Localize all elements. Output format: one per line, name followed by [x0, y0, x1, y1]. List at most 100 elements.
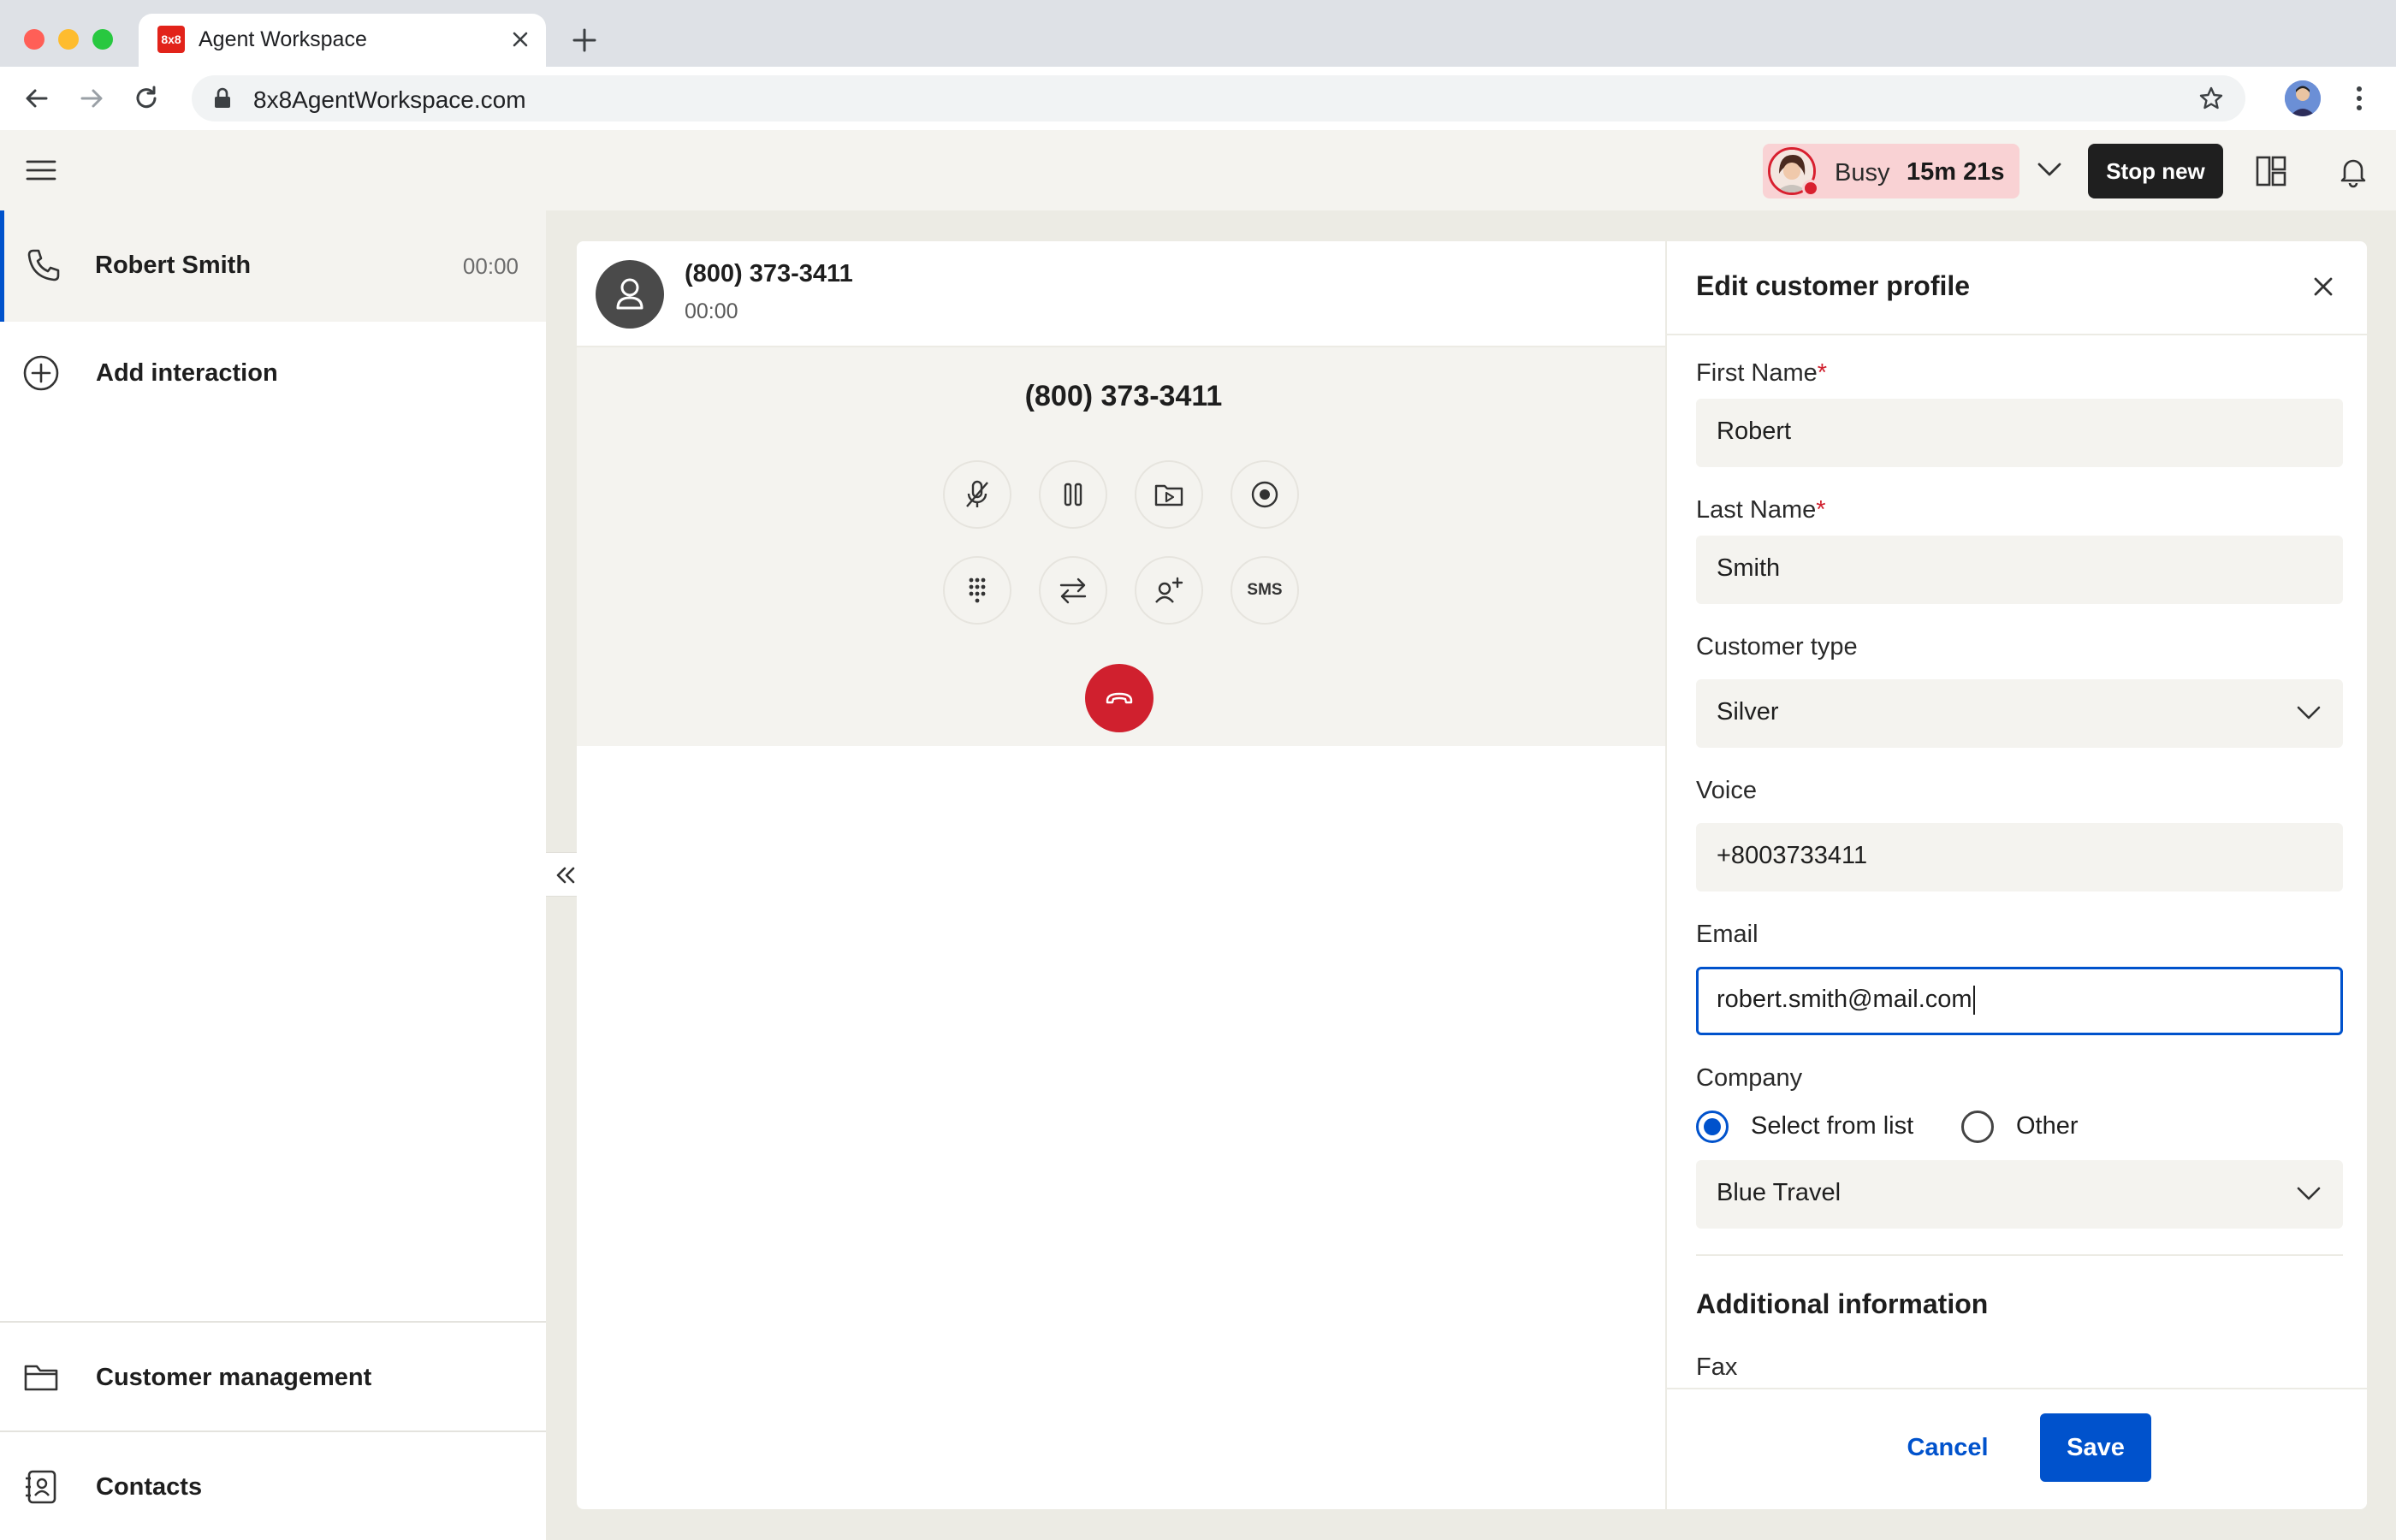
phone-icon — [27, 249, 60, 281]
chevron-down-icon — [2297, 1187, 2321, 1200]
interaction-time: 00:00 — [462, 253, 519, 279]
browser-tab[interactable]: 8x8 Agent Workspace — [139, 14, 546, 67]
section-divider — [1696, 1254, 2343, 1256]
call-elapsed-time: 00:00 — [685, 299, 738, 323]
record-icon — [1251, 481, 1278, 508]
panel-title: Edit customer profile — [1696, 270, 1971, 301]
select-from-list-radio[interactable] — [1696, 1111, 1729, 1143]
close-icon[interactable] — [2309, 272, 2338, 301]
interaction-name: Robert Smith — [95, 252, 252, 279]
dialed-number: (800) 373-3411 — [1024, 380, 1223, 412]
customer-type-select[interactable]: Silver — [1696, 679, 2343, 748]
status-label: Busy — [1835, 159, 1890, 187]
agent-status-pill[interactable]: Busy 15m 21s — [1763, 144, 2019, 198]
company-value: Blue Travel — [1717, 1179, 1841, 1206]
record-button[interactable] — [1231, 460, 1299, 529]
required-mark: * — [1816, 496, 1826, 524]
window-maximize-button[interactable] — [92, 29, 113, 50]
text-caret — [1972, 986, 1975, 1016]
browser-tab-bar: 8x8 Agent Workspace — [0, 0, 2396, 67]
interaction-item-robert-smith[interactable]: Robert Smith 00:00 — [0, 210, 546, 322]
voice-field[interactable]: +8003733411 — [1696, 823, 2343, 891]
browser-toolbar: 8x8AgentWorkspace.com — [0, 67, 2396, 130]
stop-new-button[interactable]: Stop new — [2088, 144, 2223, 198]
sidebar-item-customer-management[interactable]: Customer management — [0, 1323, 546, 1430]
window-close-button[interactable] — [24, 29, 44, 50]
add-participant-icon — [1155, 577, 1183, 603]
customer-type-value: Silver — [1717, 698, 1779, 726]
company-select[interactable]: Blue Travel — [1696, 1160, 2343, 1229]
customer-type-label: Customer type — [1696, 633, 1858, 660]
tab-title: Agent Workspace — [199, 27, 367, 51]
hold-button[interactable] — [1039, 460, 1107, 529]
url-text: 8x8AgentWorkspace.com — [253, 86, 526, 113]
call-controls-area: (800) 373-3411 SMS — [577, 347, 1670, 746]
voice-label: Voice — [1696, 777, 1757, 804]
window-minimize-button[interactable] — [58, 29, 79, 50]
edit-customer-profile-panel: Edit customer profile First Name* Robert… — [1665, 241, 2367, 1509]
mute-icon — [966, 480, 988, 507]
other-label[interactable]: Other — [2016, 1112, 2079, 1140]
sidebar-item-label: Customer management — [96, 1364, 372, 1391]
fax-label: Fax — [1696, 1353, 1738, 1381]
notification-bell-icon[interactable] — [2336, 154, 2370, 188]
lock-icon — [215, 87, 230, 108]
status-timer: 15m 21s — [1907, 158, 2005, 186]
add-interaction-button[interactable]: Add interaction — [0, 322, 546, 424]
sms-button[interactable]: SMS — [1231, 556, 1299, 625]
select-from-list-label[interactable]: Select from list — [1751, 1112, 1913, 1140]
last-name-label: Last Name* — [1696, 496, 1826, 524]
chevron-down-icon — [2297, 706, 2321, 720]
interactions-sidebar: Robert Smith 00:00 Add interaction Custo… — [0, 210, 546, 1540]
folder-icon — [24, 1365, 58, 1391]
last-name-field[interactable]: Smith — [1696, 536, 2343, 604]
hold-icon — [1064, 483, 1082, 506]
save-button[interactable]: Save — [2040, 1413, 2151, 1482]
first-name-label: First Name* — [1696, 359, 1828, 387]
back-arrow-icon[interactable] — [22, 84, 51, 113]
first-name-field[interactable]: Robert — [1696, 399, 2343, 467]
transfer-button[interactable] — [1039, 556, 1107, 625]
required-mark: * — [1817, 359, 1828, 387]
email-value: robert.smith@mail.com — [1717, 986, 1972, 1013]
sidebar-item-contacts[interactable]: Contacts — [0, 1432, 546, 1540]
contacts-book-icon — [26, 1470, 56, 1504]
call-header: (800) 373-3411 00:00 — [577, 241, 1670, 347]
cancel-button[interactable]: Cancel — [1891, 1413, 2004, 1482]
sidebar-item-label: Contacts — [96, 1473, 203, 1501]
email-field[interactable]: robert.smith@mail.com — [1696, 967, 2343, 1035]
caller-avatar — [596, 260, 664, 329]
new-tab-icon[interactable] — [570, 26, 599, 55]
address-bar[interactable]: 8x8AgentWorkspace.com — [192, 75, 2245, 121]
panel-header-divider — [1667, 334, 2367, 335]
hang-up-icon — [1106, 692, 1133, 704]
mute-button[interactable] — [943, 460, 1011, 529]
dialpad-button[interactable] — [943, 556, 1011, 625]
browser-profile-avatar[interactable] — [2285, 80, 2321, 116]
busy-status-dot — [1802, 180, 1819, 197]
bookmark-star-icon[interactable] — [2197, 85, 2225, 112]
dialpad-icon — [969, 578, 986, 603]
plus-circle-icon — [23, 355, 59, 391]
layout-icon[interactable] — [2254, 154, 2288, 188]
hamburger-menu-icon[interactable] — [26, 157, 56, 183]
forward-arrow-icon[interactable] — [77, 84, 106, 113]
caller-number: (800) 373-3411 — [685, 260, 853, 287]
favicon-logo: 8x8 — [157, 26, 185, 53]
screen-share-button[interactable] — [1135, 460, 1203, 529]
email-label: Email — [1696, 921, 1758, 948]
additional-information-title: Additional information — [1696, 1288, 1989, 1319]
hang-up-button[interactable] — [1085, 664, 1154, 732]
app-header: Busy 15m 21s Stop new — [0, 130, 2396, 210]
close-tab-icon[interactable] — [507, 26, 534, 53]
add-participant-button[interactable] — [1135, 556, 1203, 625]
call-panel: (800) 373-3411 00:00 (800) 373-3411 SMS — [577, 241, 1670, 1509]
company-label: Company — [1696, 1064, 1803, 1092]
browser-menu-icon[interactable] — [2346, 82, 2372, 115]
chevron-down-icon[interactable] — [2035, 159, 2064, 180]
panel-footer: Cancel Save — [1667, 1388, 2367, 1509]
add-interaction-label: Add interaction — [96, 359, 278, 387]
screen-share-icon — [1154, 484, 1183, 506]
other-radio[interactable] — [1961, 1111, 1994, 1143]
reload-icon[interactable] — [132, 84, 161, 113]
